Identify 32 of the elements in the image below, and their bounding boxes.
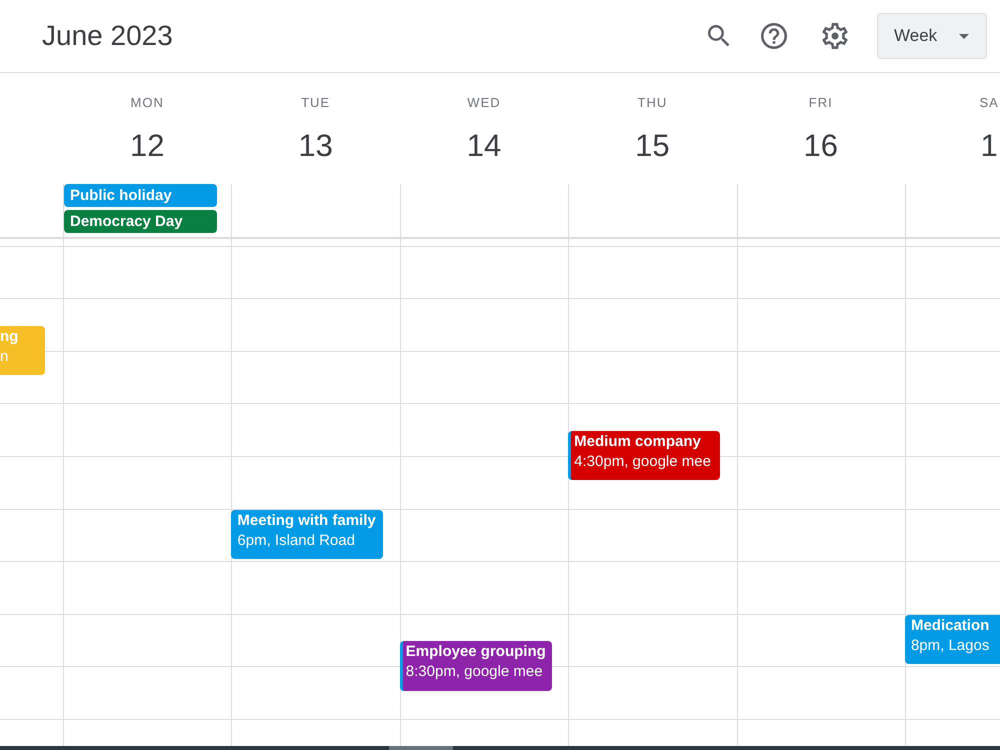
search-icon[interactable] bbox=[708, 25, 730, 47]
event-title: Medium company bbox=[574, 432, 701, 452]
weekday-label: THU bbox=[638, 95, 668, 111]
weekday-label: SA bbox=[979, 95, 999, 111]
date-number[interactable]: 14 bbox=[466, 128, 502, 164]
event-details: 4:30pm, google mee bbox=[574, 452, 711, 472]
date-number[interactable]: 15 bbox=[635, 128, 670, 164]
event-details: 6pm, Island Road bbox=[237, 530, 355, 551]
event-title: Meeting with family bbox=[237, 510, 376, 531]
caret-down-icon bbox=[959, 34, 969, 38]
event-details: 8:30pm, google mee bbox=[406, 662, 543, 682]
scrollbar-thumb[interactable] bbox=[389, 746, 453, 750]
date-number[interactable]: 16 bbox=[804, 128, 838, 164]
event-title: ng bbox=[0, 326, 18, 347]
view-dropdown[interactable]: Week bbox=[877, 13, 987, 59]
weekday-label: MON bbox=[130, 95, 164, 111]
event-title: Employee grouping bbox=[406, 642, 546, 662]
date-number[interactable]: 13 bbox=[298, 128, 333, 164]
settings-icon[interactable] bbox=[822, 23, 848, 49]
event-card[interactable]: Employee grouping 8:30pm, google mee bbox=[400, 641, 552, 691]
event-details: 8pm, Lagos bbox=[910, 636, 990, 656]
event-details: n bbox=[0, 346, 8, 367]
event-title: Medication bbox=[910, 616, 990, 636]
date-number[interactable]: 12 bbox=[130, 128, 164, 164]
help-icon[interactable] bbox=[761, 23, 787, 49]
event-card[interactable]: Medium company 4:30pm, google mee bbox=[568, 430, 720, 480]
weekday-label: WED bbox=[467, 95, 501, 111]
weekday-label: TUE bbox=[301, 95, 330, 111]
date-number[interactable]: 1 bbox=[980, 128, 998, 164]
weekday-label: FRI bbox=[808, 95, 833, 111]
all-day-event[interactable]: Democracy Day bbox=[64, 210, 217, 233]
month-title: June 2023 bbox=[42, 19, 173, 53]
